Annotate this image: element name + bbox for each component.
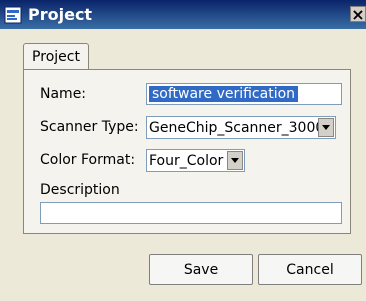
tab-project[interactable]: Project bbox=[23, 43, 89, 70]
close-icon[interactable]: × bbox=[350, 6, 366, 23]
description-field[interactable] bbox=[40, 202, 342, 224]
window-title: Project bbox=[28, 5, 93, 24]
scanner-type-select[interactable]: GeneChip_Scanner_3000 bbox=[146, 116, 336, 139]
description-label: Description bbox=[40, 182, 120, 198]
cancel-button[interactable]: Cancel bbox=[258, 254, 362, 285]
title-bar[interactable]: Project × bbox=[0, 0, 366, 29]
scanner-type-label: Scanner Type: bbox=[40, 119, 139, 135]
chevron-down-icon[interactable] bbox=[227, 151, 243, 170]
save-button[interactable]: Save bbox=[149, 254, 253, 285]
name-field[interactable]: software verification bbox=[146, 83, 342, 105]
name-field-value: software verification bbox=[149, 86, 299, 102]
scanner-type-value: GeneChip_Scanner_3000 bbox=[149, 120, 325, 136]
project-dialog: Project × Project Name: software verific… bbox=[0, 0, 366, 301]
chevron-down-icon[interactable] bbox=[318, 118, 334, 137]
save-button-label: Save bbox=[183, 261, 219, 278]
project-window-icon bbox=[4, 6, 22, 24]
color-format-label: Color Format: bbox=[40, 152, 136, 168]
color-format-select[interactable]: Four_Color bbox=[146, 149, 245, 172]
name-label: Name: bbox=[40, 86, 87, 102]
cancel-button-label: Cancel bbox=[286, 261, 334, 278]
color-format-value: Four_Color bbox=[149, 153, 224, 169]
tab-project-label: Project bbox=[32, 49, 80, 65]
